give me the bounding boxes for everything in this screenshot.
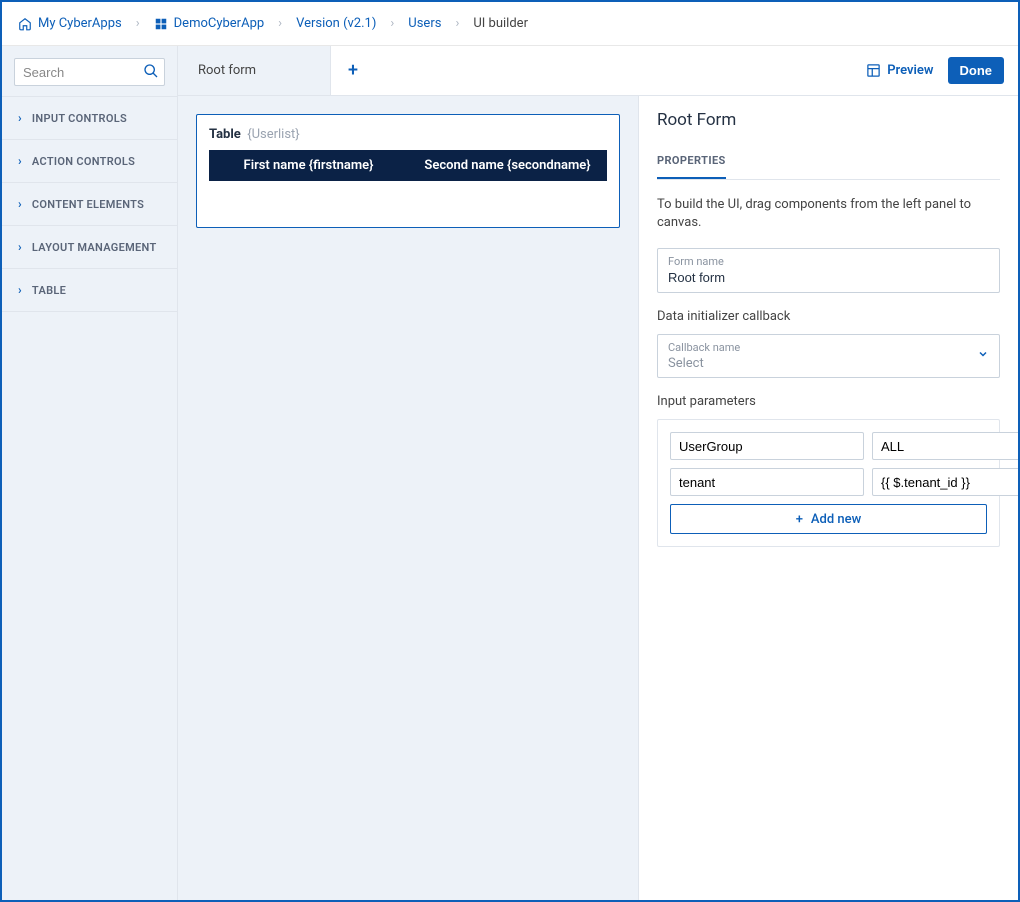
chevron-right-icon: › xyxy=(18,283,22,297)
param-row xyxy=(670,432,987,460)
chevron-right-icon: › xyxy=(18,240,22,254)
chevron-right-icon: › xyxy=(136,16,140,31)
chevron-right-icon: › xyxy=(278,16,282,31)
panel-tabs: PROPERTIES xyxy=(657,148,1000,180)
canvas-area: Table {Userlist} First name {firstname} … xyxy=(178,96,638,900)
plus-icon: + xyxy=(348,60,358,81)
panel-title: Root Form xyxy=(657,110,1000,130)
param-row xyxy=(670,468,987,496)
breadcrumb-users[interactable]: Users xyxy=(408,16,441,31)
sidebar-category-content-elements[interactable]: › CONTENT ELEMENTS xyxy=(2,183,177,226)
preview-icon xyxy=(866,63,881,78)
app-icon xyxy=(154,17,168,31)
component-title: Table {Userlist} xyxy=(209,127,607,142)
table-column[interactable]: First name {firstname} xyxy=(209,158,408,173)
plus-icon: + xyxy=(796,512,803,527)
tab-root-form[interactable]: Root form xyxy=(178,46,331,95)
add-tab-button[interactable]: + xyxy=(331,46,375,95)
tab-properties[interactable]: PROPERTIES xyxy=(657,148,726,179)
breadcrumb-app[interactable]: DemoCyberApp xyxy=(154,16,265,31)
sidebar-category-table[interactable]: › TABLE xyxy=(2,269,177,312)
home-icon xyxy=(18,17,32,31)
params-box: + Add new xyxy=(657,419,1000,547)
sidebar-category-layout-management[interactable]: › LAYOUT MANAGEMENT xyxy=(2,226,177,269)
chevron-right-icon: › xyxy=(18,111,22,125)
sidebar-category-action-controls[interactable]: › ACTION CONTROLS xyxy=(2,140,177,183)
search-icon[interactable] xyxy=(143,63,159,83)
table-column[interactable]: Second name {secondname} xyxy=(408,158,607,173)
chevron-right-icon: › xyxy=(390,16,394,31)
top-bar: Root form + Preview Done xyxy=(178,46,1018,96)
form-name-input[interactable] xyxy=(668,270,989,285)
left-sidebar: › INPUT CONTROLS › ACTION CONTROLS › CON… xyxy=(2,46,178,900)
param-value-input[interactable] xyxy=(872,468,1018,496)
preview-button[interactable]: Preview xyxy=(866,63,933,78)
table-header: First name {firstname} Second name {seco… xyxy=(209,150,607,181)
callback-label: Callback name xyxy=(668,341,989,354)
chevron-right-icon: › xyxy=(18,197,22,211)
breadcrumb-version[interactable]: Version (v2.1) xyxy=(296,16,376,31)
breadcrumb-current: UI builder xyxy=(473,16,528,31)
table-component[interactable]: Table {Userlist} First name {firstname} … xyxy=(196,114,620,228)
callback-section-label: Data initializer callback xyxy=(657,309,1000,324)
chevron-right-icon: › xyxy=(455,16,459,31)
form-name-field[interactable]: Form name xyxy=(657,248,1000,293)
add-param-button[interactable]: + Add new xyxy=(670,504,987,534)
param-key-input[interactable] xyxy=(670,468,864,496)
table-body xyxy=(209,181,607,215)
chevron-down-icon xyxy=(977,348,989,364)
properties-panel: Root Form PROPERTIES To build the UI, dr… xyxy=(638,96,1018,900)
breadcrumb-my-cyberapps[interactable]: My CyberApps xyxy=(18,16,122,31)
sidebar-category-input-controls[interactable]: › INPUT CONTROLS xyxy=(2,97,177,140)
param-value-input[interactable] xyxy=(872,432,1018,460)
chevron-right-icon: › xyxy=(18,154,22,168)
param-key-input[interactable] xyxy=(670,432,864,460)
search-box xyxy=(14,58,165,86)
params-section-label: Input parameters xyxy=(657,394,1000,409)
callback-select[interactable]: Callback name Select xyxy=(657,334,1000,378)
form-name-label: Form name xyxy=(668,255,989,268)
panel-hint: To build the UI, drag components from th… xyxy=(657,196,1000,232)
breadcrumb: My CyberApps › DemoCyberApp › Version (v… xyxy=(2,2,1018,46)
callback-value: Select xyxy=(668,356,989,371)
done-button[interactable]: Done xyxy=(948,57,1005,84)
